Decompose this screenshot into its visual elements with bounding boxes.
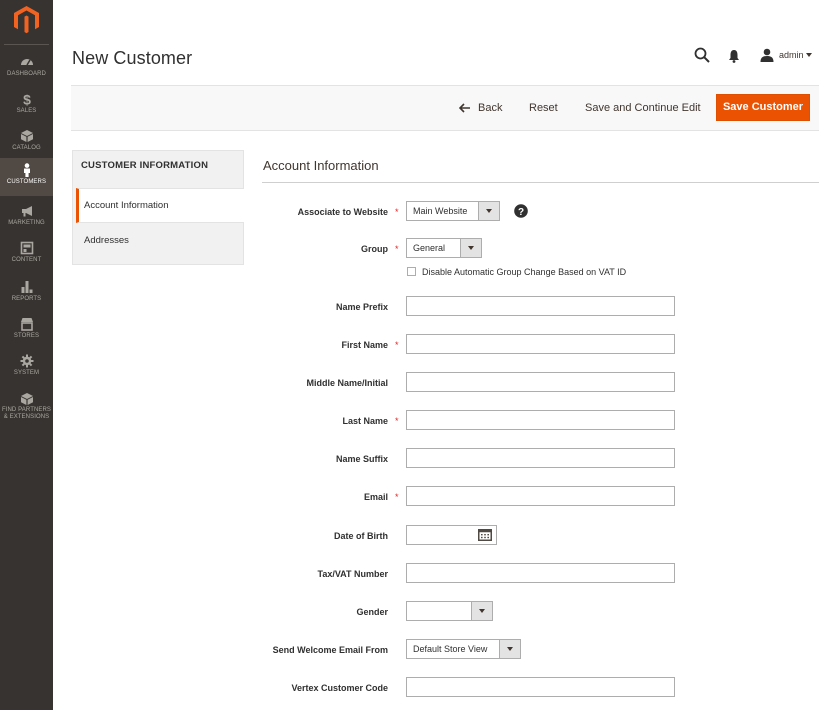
sidebar-item-catalog[interactable]: CATALOG: [0, 125, 53, 161]
chevron-down-icon: [499, 640, 520, 658]
middle-name-label: Middle Name/Initial: [306, 378, 388, 388]
group-select[interactable]: General: [406, 238, 482, 258]
email-input[interactable]: [406, 486, 675, 506]
tax-vat-input[interactable]: [406, 563, 675, 583]
welcome-email-value: Default Store View: [413, 644, 488, 654]
vertex-code-input[interactable]: [406, 677, 675, 697]
section-title: Account Information: [263, 158, 379, 173]
box-icon: [20, 393, 33, 405]
sidebar-item-customers[interactable]: CUSTOMERS: [0, 158, 53, 196]
name-suffix-label: Name Suffix: [335, 454, 388, 464]
tabs-title: CUSTOMER INFORMATION: [81, 160, 209, 171]
sidebar-item-label: CATALOG: [12, 145, 41, 151]
sidebar-item-label: MARKETING: [8, 220, 45, 226]
dob-label: Date of Birth: [334, 531, 388, 541]
dollar-icon: $: [23, 92, 31, 106]
dashboard-icon: [20, 59, 33, 66]
vertex-code-label: Vertex Customer Code: [291, 683, 388, 693]
arrow-left-icon[interactable]: [459, 103, 471, 113]
calendar-icon[interactable]: [478, 528, 492, 541]
search-icon[interactable]: [694, 47, 710, 63]
sidebar-item-content[interactable]: CONTENT: [0, 237, 53, 273]
required-mark: *: [395, 416, 399, 426]
disable-group-change-label[interactable]: Disable Automatic Group Change Based on …: [422, 267, 626, 277]
last-name-label: Last Name: [342, 416, 388, 426]
cube-icon: [20, 130, 33, 142]
sidebar-item-label: SYSTEM: [13, 370, 40, 376]
gear-icon: [20, 354, 33, 368]
gender-label: Gender: [356, 607, 388, 617]
user-name[interactable]: admin: [779, 50, 804, 60]
admin-sidebar: DASHBOARD $ SALES CATALOG CUSTOMERS MARK…: [0, 0, 53, 710]
sidebar-item-dashboard[interactable]: DASHBOARD: [0, 51, 53, 87]
chevron-down-icon[interactable]: [806, 53, 812, 57]
name-prefix-input[interactable]: [406, 296, 675, 316]
chevron-down-icon: [478, 202, 499, 220]
back-button[interactable]: Back: [478, 102, 502, 114]
page-actions-bar: [71, 85, 819, 131]
bar-chart-icon: [21, 281, 32, 293]
email-label: Email: [363, 492, 388, 502]
required-mark: *: [395, 207, 399, 217]
save-and-continue-button[interactable]: Save and Continue Edit: [585, 102, 701, 114]
required-mark: *: [395, 492, 399, 502]
name-suffix-input[interactable]: [406, 448, 675, 468]
sidebar-item-label: SALES: [16, 108, 37, 114]
group-label: Group: [361, 244, 388, 254]
required-mark: *: [395, 244, 399, 254]
svg-text:$: $: [23, 92, 31, 106]
user-icon[interactable]: [760, 48, 774, 62]
last-name-input[interactable]: [406, 410, 675, 430]
sidebar-item-marketing[interactable]: MARKETING: [0, 200, 53, 236]
associate-website-value: Main Website: [413, 206, 468, 216]
disable-group-change-checkbox[interactable]: [407, 267, 416, 276]
svg-text:?: ?: [518, 207, 524, 218]
magento-logo-icon[interactable]: [14, 6, 39, 34]
first-name-input[interactable]: [406, 334, 675, 354]
sidebar-item-sales[interactable]: $ SALES: [0, 88, 53, 124]
name-prefix-label: Name Prefix: [335, 302, 388, 312]
associate-website-label: Associate to Website: [297, 207, 388, 217]
help-icon[interactable]: ?: [514, 204, 528, 218]
sidebar-item-label: FIND PARTNERS: [1, 407, 52, 413]
sidebar-item-label: DASHBOARD: [7, 71, 46, 77]
first-name-label: First Name: [341, 340, 388, 350]
bell-icon[interactable]: [728, 49, 740, 63]
chevron-down-icon: [471, 602, 492, 620]
reset-button[interactable]: Reset: [529, 102, 558, 114]
save-customer-button[interactable]: Save Customer: [716, 94, 810, 121]
section-divider: [262, 182, 819, 183]
sidebar-item-label: STORES: [13, 333, 40, 339]
store-icon: [20, 318, 33, 331]
gender-select[interactable]: [406, 601, 493, 621]
sidebar-item-label: CONTENT: [11, 257, 42, 263]
page-title: New Customer: [72, 48, 193, 68]
welcome-email-select[interactable]: Default Store View: [406, 639, 521, 659]
tax-vat-label: Tax/VAT Number: [317, 569, 388, 579]
person-icon: [23, 163, 30, 177]
required-mark: *: [395, 340, 399, 350]
sidebar-item-label: CUSTOMERS: [6, 179, 47, 185]
associate-website-select[interactable]: Main Website: [406, 201, 500, 221]
welcome-email-label: Send Welcome Email From: [272, 645, 388, 655]
middle-name-input[interactable]: [406, 372, 675, 392]
group-value: General: [413, 243, 446, 253]
sidebar-divider: [4, 44, 49, 45]
chevron-down-icon: [460, 239, 481, 257]
